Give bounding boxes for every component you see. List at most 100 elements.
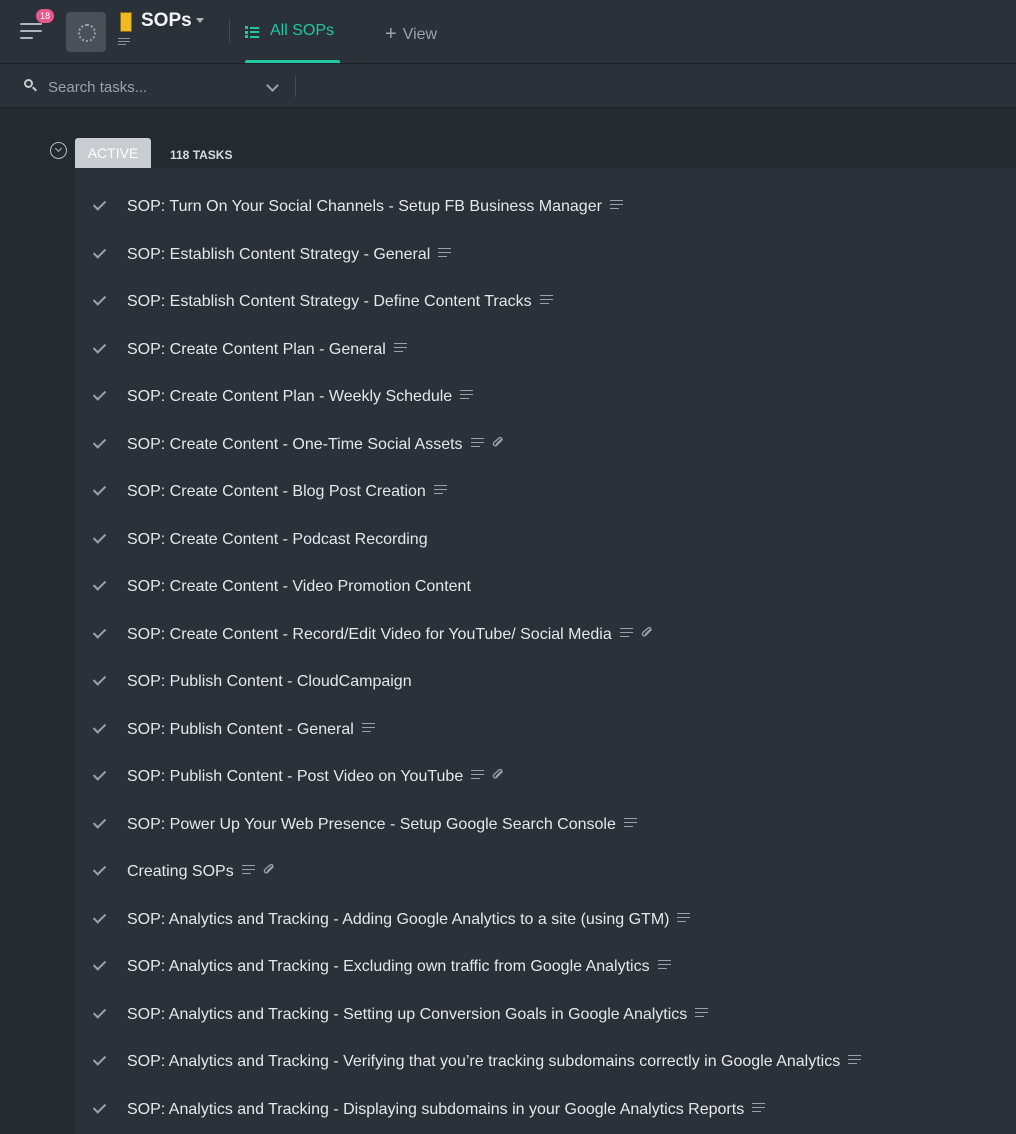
task-name[interactable]: SOP: Create Content - Podcast Recording: [127, 531, 428, 548]
task-name[interactable]: SOP: Establish Content Strategy - Define…: [127, 293, 532, 310]
check-icon[interactable]: [92, 672, 107, 686]
task-name[interactable]: SOP: Establish Content Strategy - Genera…: [127, 246, 430, 263]
task-name-container[interactable]: SOP: Create Content - One-Time Social As…: [127, 436, 505, 454]
task-row[interactable]: SOP: Publish Content - CloudCampaign: [75, 659, 1016, 707]
task-row[interactable]: SOP: Create Content - Video Promotion Co…: [75, 564, 1016, 612]
task-name-container[interactable]: Creating SOPs: [127, 863, 276, 881]
description-icon: [848, 1055, 862, 1065]
task-name[interactable]: SOP: Analytics and Tracking - Verifying …: [127, 1053, 840, 1070]
tab-all-sops[interactable]: All SOPs: [245, 0, 340, 63]
search-input[interactable]: [46, 75, 260, 99]
task-name-container[interactable]: SOP: Create Content Plan - Weekly Schedu…: [127, 388, 481, 406]
task-name[interactable]: SOP: Publish Content - CloudCampaign: [127, 673, 412, 690]
task-name[interactable]: Creating SOPs: [127, 863, 234, 880]
task-name[interactable]: SOP: Publish Content - Post Video on You…: [127, 768, 463, 785]
task-meta: [460, 386, 481, 404]
task-row[interactable]: SOP: Analytics and Tracking - Verifying …: [75, 1039, 1016, 1087]
check-icon[interactable]: [92, 197, 107, 211]
task-name[interactable]: SOP: Create Content - Video Promotion Co…: [127, 578, 471, 595]
task-row[interactable]: Creating SOPs: [75, 849, 1016, 897]
task-name-container[interactable]: SOP: Establish Content Strategy - Genera…: [127, 246, 459, 264]
task-name[interactable]: SOP: Analytics and Tracking - Adding Goo…: [127, 911, 669, 928]
collapse-group-button[interactable]: [50, 142, 67, 159]
task-name-container[interactable]: SOP: Analytics and Tracking - Setting up…: [127, 1006, 716, 1024]
task-name-container[interactable]: SOP: Create Content - Blog Post Creation: [127, 483, 455, 501]
task-row[interactable]: SOP: Analytics and Tracking - Displaying…: [75, 1087, 1016, 1134]
check-icon[interactable]: [92, 577, 107, 591]
task-row[interactable]: SOP: Create Content - Blog Post Creation: [75, 469, 1016, 517]
check-icon[interactable]: [92, 862, 107, 876]
task-name[interactable]: SOP: Publish Content - General: [127, 721, 354, 738]
task-name[interactable]: SOP: Create Content - One-Time Social As…: [127, 436, 463, 453]
task-row[interactable]: SOP: Power Up Your Web Presence - Setup …: [75, 802, 1016, 850]
check-icon[interactable]: [92, 244, 107, 259]
check-icon[interactable]: [92, 434, 107, 449]
task-name[interactable]: SOP: Analytics and Tracking - Displaying…: [127, 1101, 744, 1118]
task-name-container[interactable]: SOP: Power Up Your Web Presence - Setup …: [127, 816, 645, 834]
task-name-container[interactable]: SOP: Create Content - Record/Edit Video …: [127, 626, 654, 644]
task-row[interactable]: SOP: Establish Content Strategy - Genera…: [75, 232, 1016, 280]
page-title[interactable]: SOPs: [141, 10, 192, 32]
task-row[interactable]: SOP: Publish Content - Post Video on You…: [75, 754, 1016, 802]
check-icon[interactable]: [92, 292, 107, 306]
task-meta: [695, 1004, 716, 1022]
check-icon[interactable]: [92, 814, 107, 829]
task-name[interactable]: SOP: Create Content - Blog Post Creation: [127, 483, 426, 500]
search-icon: [24, 79, 37, 92]
task-row[interactable]: SOP: Analytics and Tracking - Adding Goo…: [75, 897, 1016, 945]
task-row[interactable]: SOP: Analytics and Tracking - Setting up…: [75, 992, 1016, 1040]
description-icon[interactable]: [118, 38, 130, 47]
task-name[interactable]: SOP: Analytics and Tracking - Excluding …: [127, 958, 650, 975]
chevron-down-icon[interactable]: [266, 79, 279, 92]
task-meta: [539, 291, 561, 309]
check-icon[interactable]: [92, 482, 107, 496]
task-name-container[interactable]: SOP: Establish Content Strategy - Define…: [127, 293, 561, 311]
task-name[interactable]: SOP: Create Content Plan - Weekly Schedu…: [127, 388, 452, 405]
check-icon[interactable]: [92, 719, 107, 734]
task-row[interactable]: SOP: Create Content Plan - Weekly Schedu…: [75, 374, 1016, 422]
task-name-container[interactable]: SOP: Analytics and Tracking - Adding Goo…: [127, 911, 698, 929]
task-name-container[interactable]: SOP: Turn On Your Social Channels - Setu…: [127, 198, 631, 216]
loading-icon: [78, 24, 96, 42]
task-name-container[interactable]: SOP: Create Content - Video Promotion Co…: [127, 578, 471, 596]
space-avatar[interactable]: [66, 12, 106, 52]
task-row[interactable]: SOP: Turn On Your Social Channels - Setu…: [75, 184, 1016, 232]
task-row[interactable]: SOP: Create Content Plan - General: [75, 327, 1016, 375]
task-name-container[interactable]: SOP: Publish Content - General: [127, 721, 383, 739]
check-icon[interactable]: [92, 529, 107, 544]
task-name-container[interactable]: SOP: Publish Content - Post Video on You…: [127, 768, 505, 786]
task-name-container[interactable]: SOP: Analytics and Tracking - Excluding …: [127, 958, 679, 976]
task-name[interactable]: SOP: Create Content - Record/Edit Video …: [127, 626, 612, 643]
check-icon[interactable]: [92, 1052, 107, 1066]
task-name[interactable]: SOP: Power Up Your Web Presence - Setup …: [127, 816, 616, 833]
check-icon[interactable]: [92, 339, 107, 354]
check-icon[interactable]: [92, 624, 107, 639]
task-row[interactable]: SOP: Create Content - Podcast Recording: [75, 517, 1016, 565]
task-row[interactable]: SOP: Publish Content - General: [75, 707, 1016, 755]
task-name-container[interactable]: SOP: Create Content - Podcast Recording: [127, 531, 428, 549]
task-meta: [848, 1051, 869, 1069]
check-icon[interactable]: [92, 387, 107, 401]
check-icon[interactable]: [92, 1099, 107, 1114]
task-row[interactable]: SOP: Create Content - Record/Edit Video …: [75, 612, 1016, 660]
task-name-container[interactable]: SOP: Create Content Plan - General: [127, 341, 415, 359]
description-icon: [471, 770, 485, 780]
task-name-container[interactable]: SOP: Analytics and Tracking - Displaying…: [127, 1101, 773, 1119]
check-icon[interactable]: [92, 957, 107, 971]
add-view-button[interactable]: + View: [385, 22, 437, 45]
status-badge[interactable]: ACTIVE: [75, 138, 151, 168]
task-row[interactable]: SOP: Establish Content Strategy - Define…: [75, 279, 1016, 327]
task-name[interactable]: SOP: Turn On Your Social Channels - Setu…: [127, 198, 602, 215]
description-icon: [619, 627, 633, 637]
task-name[interactable]: SOP: Create Content Plan - General: [127, 341, 386, 358]
task-row[interactable]: SOP: Analytics and Tracking - Excluding …: [75, 944, 1016, 992]
check-icon[interactable]: [92, 767, 107, 781]
check-icon[interactable]: [92, 909, 107, 924]
task-name-container[interactable]: SOP: Publish Content - CloudCampaign: [127, 673, 412, 691]
task-row[interactable]: SOP: Create Content - One-Time Social As…: [75, 422, 1016, 470]
task-name-container[interactable]: SOP: Analytics and Tracking - Verifying …: [127, 1053, 869, 1071]
check-icon[interactable]: [92, 1004, 107, 1019]
task-name[interactable]: SOP: Analytics and Tracking - Setting up…: [127, 1006, 687, 1023]
caret-down-icon[interactable]: [196, 18, 204, 23]
menu-icon[interactable]: [20, 20, 44, 40]
